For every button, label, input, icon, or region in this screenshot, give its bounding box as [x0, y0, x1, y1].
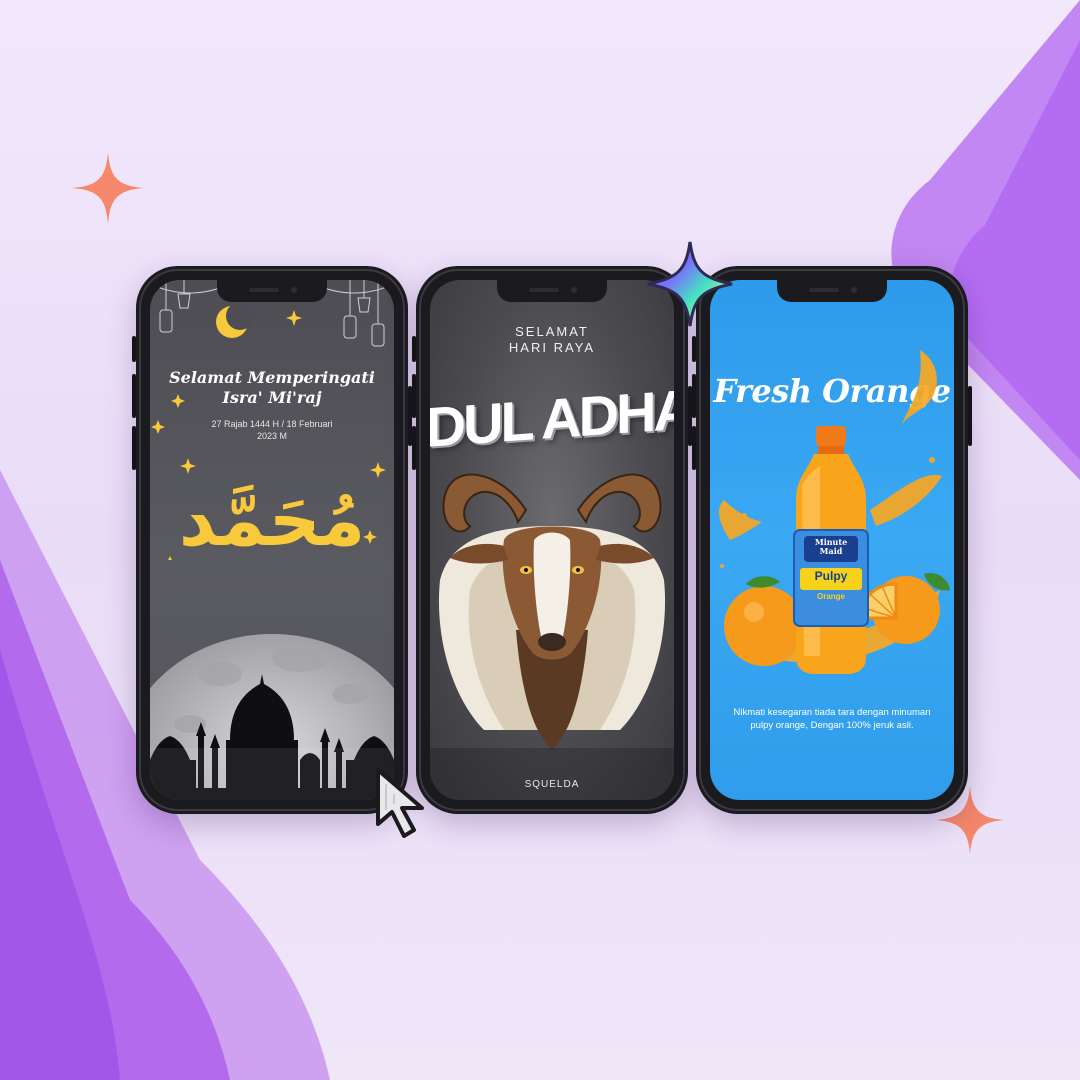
holographic-star-icon — [647, 241, 733, 327]
phone-mockup-isra-miraj: Selamat Memperingati Isra' Mi'raj 27 Raj… — [132, 266, 412, 814]
sparkle-icon — [72, 152, 144, 224]
phone-screen: Fresh Orange Minute Maid Pulpy Orange Ni… — [710, 280, 954, 800]
phone-notch — [777, 280, 887, 302]
greeting-title: Selamat Memperingati Isra' Mi'raj — [169, 368, 375, 407]
phone-notch — [217, 280, 327, 302]
phone-screen: Selamat Memperingati Isra' Mi'raj 27 Raj… — [150, 280, 394, 800]
phone-notch — [497, 280, 607, 302]
muhammad-calligraphy: مُحَمَّد — [178, 478, 366, 562]
greeting-subtitle: SELAMAT HARI RAYA — [508, 324, 596, 355]
phone-mockup-idul-adha: SELAMAT HARI RAYA IDUL ADHA SQUELDA — [412, 266, 692, 814]
bottle-label-product: Pulpy — [814, 569, 848, 583]
bottle-label-brand: Minute Maid — [814, 537, 848, 556]
cursor-icon — [376, 768, 424, 838]
bottle-label-flavor: Orange — [816, 592, 845, 601]
brand-name: SQUELDA — [524, 779, 580, 790]
phone-mockup-fresh-orange: Fresh Orange Minute Maid Pulpy Orange Ni… — [692, 266, 972, 814]
footer-bar — [430, 748, 674, 800]
goat-illustration — [438, 473, 666, 750]
event-date: 27 Rajab 1444 H / 18 Februari 2023 M — [211, 419, 333, 441]
product-description: Nikmati kesegaran tiada tara dengan minu… — [733, 707, 931, 731]
phone-screen: SELAMAT HARI RAYA IDUL ADHA SQUELDA — [430, 280, 674, 800]
